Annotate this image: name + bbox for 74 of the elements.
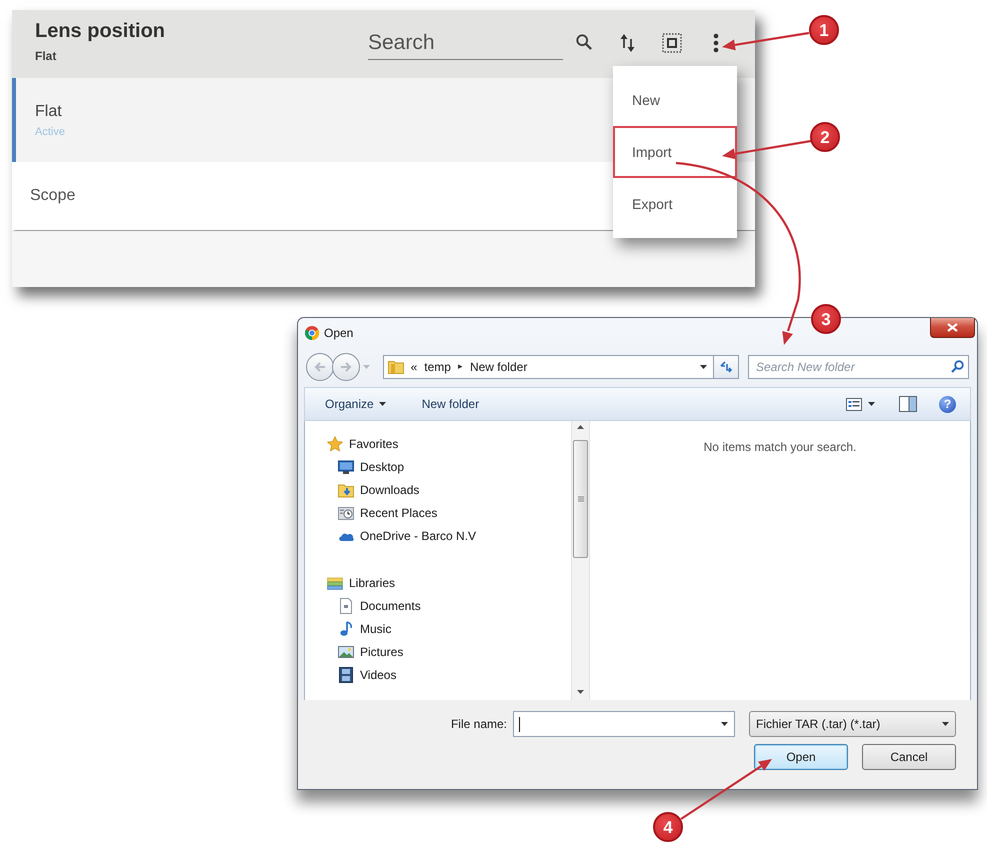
address-bar[interactable]: « temp ▸ New folder [382,355,714,379]
file-name-label: File name: [450,716,507,733]
dialog-button[interactable]: Cancel [862,744,956,770]
sort-arrows-icon[interactable] [620,33,635,53]
panel-subtitle: Flat [35,49,56,64]
star-icon [327,436,343,452]
close-icon [947,323,958,332]
breadcrumb[interactable]: temp [424,358,451,376]
download-folder-icon [338,482,354,498]
item-status: Active [35,124,65,138]
text-cursor-icon [519,716,520,732]
step-marker: 2 [810,122,840,152]
toolbar-button[interactable]: Organize [325,395,386,413]
caret-icon [378,402,386,406]
forward-arrow-icon [340,362,352,372]
scroll-up-icon[interactable] [577,425,584,429]
nav-item[interactable]: Videos [305,663,396,686]
step-marker: 3 [811,304,841,334]
search-icon[interactable] [951,360,964,373]
refresh-icon [719,361,734,373]
overflow-marker[interactable]: « [410,358,418,376]
item-label: Flat [35,102,62,122]
menu-item[interactable]: Export [613,178,737,230]
clock-folder-icon [338,504,354,520]
panel-title: Lens position [35,19,165,44]
nav-item[interactable]: Recent Places [305,501,438,524]
breadcrumb-separator[interactable]: ▸ [458,360,463,374]
picture-icon [338,644,354,660]
dialog-title: Open [324,325,354,341]
refresh-button[interactable] [714,355,739,379]
film-icon [338,666,354,682]
monitor-icon [338,458,354,474]
music-note-icon [338,620,354,636]
nav-item[interactable]: OneDrive - Barco N.V [305,524,476,547]
step-marker: 1 [809,15,839,45]
grip-icon [578,496,584,502]
file-type-dropdown[interactable]: Fichier TAR (.tar) (*.tar) [749,711,956,737]
nav-item[interactable]: Libraries [305,571,396,594]
nav-item[interactable]: Pictures [305,640,404,663]
empty-message: No items match your search. [704,440,856,455]
menu-item[interactable]: Import [613,126,737,178]
dialog-button[interactable]: Open [754,744,848,770]
preview-pane-icon[interactable] [899,396,917,412]
library-icon [327,574,343,590]
nav-item[interactable]: Downloads [305,478,420,501]
more-vertical-icon[interactable] [713,33,719,53]
step-marker: 4 [653,812,683,842]
caret-icon [721,722,728,726]
folder-icon [388,360,404,374]
breadcrumb[interactable]: New folder [470,358,528,376]
nav-item[interactable]: Favorites [305,432,398,455]
search-field[interactable]: Search [368,26,563,60]
item-label: Scope [30,186,76,206]
nav-item[interactable]: Desktop [305,455,404,478]
back-button[interactable] [306,353,334,381]
nav-item[interactable]: Music [305,617,392,640]
close-button[interactable] [930,318,975,338]
back-arrow-icon [314,362,326,372]
app-icon [305,326,319,340]
caret-icon [700,365,708,369]
document-icon [338,598,354,614]
nav-item[interactable]: Documents [305,594,421,617]
scrollbar[interactable] [571,421,590,700]
scroll-down-icon[interactable] [577,690,584,694]
file-name-field[interactable] [513,711,735,737]
caret-icon [942,722,949,726]
search-field[interactable]: Search New folder [748,355,969,379]
list-view-icon[interactable] [846,398,862,410]
caret-icon [868,402,875,406]
toolbar-button[interactable]: New folder [422,395,480,413]
search-icon[interactable] [576,34,592,50]
forward-button[interactable] [332,353,360,381]
scrollbar-thumb[interactable] [573,440,588,558]
dashed-square-icon[interactable] [662,33,682,53]
